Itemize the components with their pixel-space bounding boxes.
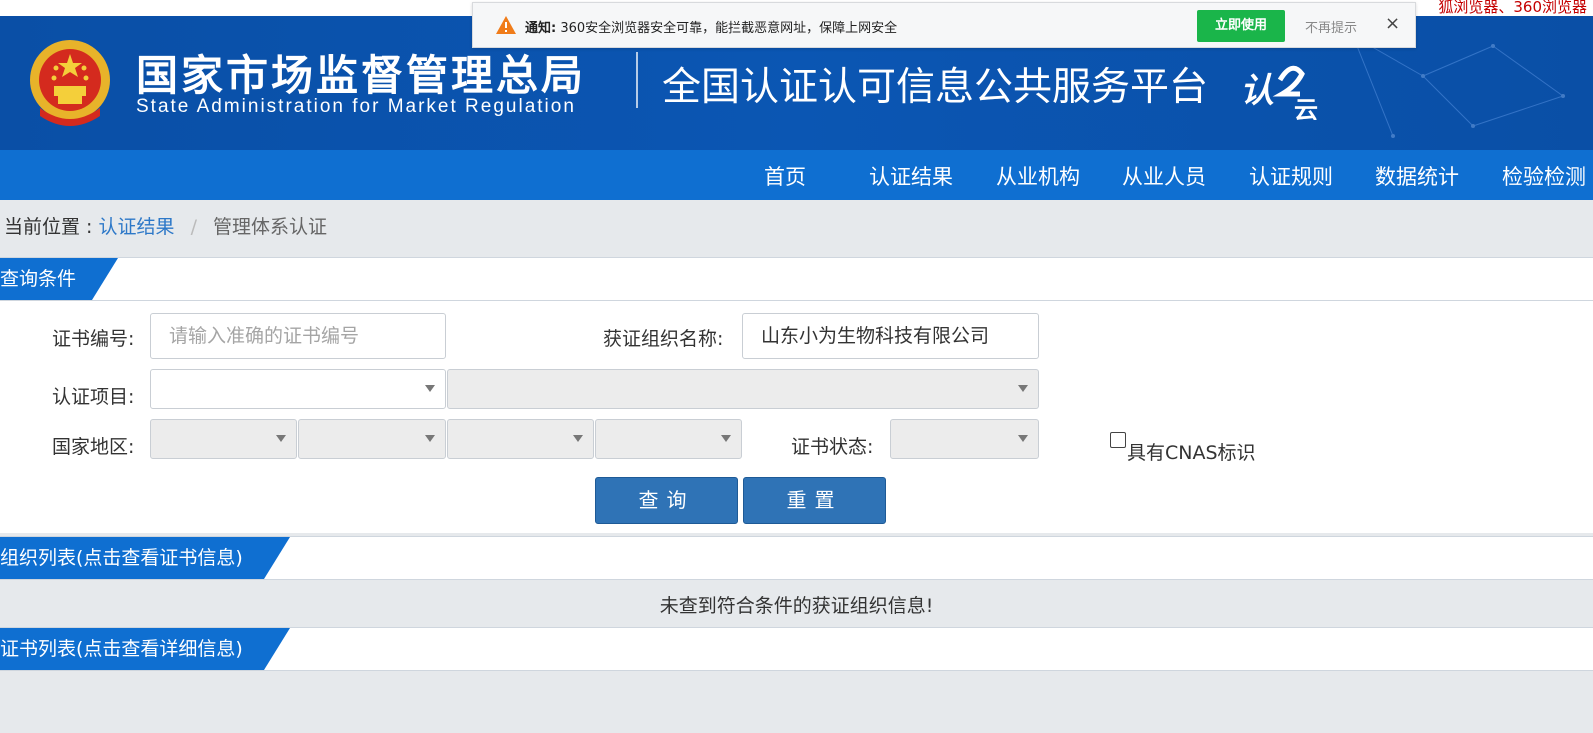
chevron-down-icon	[1018, 385, 1028, 392]
org-list-section-title: 组织列表(点击查看证书信息)	[0, 537, 290, 579]
platform-title: 全国认证认可信息公共服务平台	[662, 65, 1209, 110]
breadcrumb-link-cert-results[interactable]: 认证结果	[99, 216, 175, 238]
main-nav: 首页 认证结果 从业机构 从业人员 认证规则 数据统计 检验检测	[0, 150, 1593, 200]
notification-message: 360安全浏览器安全可靠，能拦截恶意网址，保障上网安全	[560, 21, 898, 36]
reset-button[interactable]: 重置	[743, 477, 886, 524]
header-divider	[636, 52, 638, 108]
region-select-district[interactable]	[595, 419, 742, 459]
project-sub-select[interactable]	[447, 369, 1039, 409]
nav-item-statistics[interactable]: 数据统计	[1375, 161, 1459, 191]
org-name-input[interactable]: 山东小为生物科技有限公司	[742, 313, 1039, 359]
chevron-down-icon	[425, 435, 435, 442]
org-list-section-bar: 组织列表(点击查看证书信息)	[0, 536, 1593, 580]
close-icon[interactable]: ×	[1385, 13, 1400, 34]
notification-prefix: 通知:	[525, 21, 557, 36]
renyun-logo-icon: 认 云	[1240, 65, 1318, 120]
breadcrumb-separator: /	[190, 216, 197, 238]
chevron-down-icon	[721, 435, 731, 442]
nav-item-institutions[interactable]: 从业机构	[996, 161, 1080, 191]
nav-item-rules[interactable]: 认证规则	[1249, 161, 1333, 191]
national-emblem-icon	[30, 40, 110, 126]
nav-item-practitioners[interactable]: 从业人员	[1122, 161, 1206, 191]
breadcrumb-current: 管理体系认证	[213, 216, 328, 238]
chevron-down-icon	[1018, 435, 1028, 442]
browser-notification: 通知: 360安全浏览器安全可靠，能拦截恶意网址，保障上网安全 立即使用 不再提…	[472, 2, 1416, 48]
status-select[interactable]	[890, 419, 1039, 459]
org-name-cn: 国家市场监督管理总局	[136, 51, 587, 100]
cnas-checkbox[interactable]	[1110, 432, 1126, 448]
use-now-button[interactable]: 立即使用	[1197, 10, 1285, 42]
region-label: 国家地区:	[52, 436, 135, 458]
breadcrumb-label: 当前位置 :	[4, 216, 93, 238]
project-select[interactable]	[150, 369, 446, 409]
warning-icon	[496, 16, 516, 34]
status-label: 证书状态:	[791, 436, 874, 458]
logo-text-main: 认	[1240, 71, 1274, 111]
region-select-country[interactable]	[150, 419, 297, 459]
cert-list-section-bar: 证书列表(点击查看详细信息)	[0, 627, 1593, 671]
dont-show-again-link[interactable]: 不再提示	[1305, 17, 1357, 36]
cert-no-label: 证书编号:	[52, 328, 135, 350]
query-section-bar: 查询条件	[0, 257, 1593, 301]
query-section-title: 查询条件	[0, 258, 118, 300]
nav-item-testing[interactable]: 检验检测	[1502, 161, 1586, 191]
chevron-down-icon	[573, 435, 583, 442]
cnas-label: 具有CNAS标识	[1127, 442, 1256, 464]
query-button[interactable]: 查询	[595, 477, 738, 524]
project-label: 认证项目:	[52, 386, 135, 408]
cert-no-input[interactable]: 请输入准确的证书编号	[150, 313, 446, 359]
chevron-down-icon	[425, 385, 435, 392]
nav-item-home[interactable]: 首页	[764, 161, 806, 191]
browser-hint-text: 狐浏览器、360浏览器	[1438, 0, 1587, 16]
region-select-city[interactable]	[447, 419, 594, 459]
chevron-down-icon	[276, 435, 286, 442]
org-name-label: 获证组织名称:	[603, 328, 724, 350]
org-list-empty-message: 未查到符合条件的获证组织信息!	[659, 595, 934, 617]
region-select-province[interactable]	[298, 419, 446, 459]
breadcrumb: 当前位置 : 认证结果 / 管理体系认证	[4, 212, 327, 239]
nav-item-cert-results[interactable]: 认证结果	[869, 161, 953, 191]
cert-list-section-title: 证书列表(点击查看详细信息)	[0, 628, 290, 670]
logo-text-sub: 云	[1294, 96, 1318, 120]
org-name-en: State Administration for Market Regulati…	[136, 96, 576, 117]
